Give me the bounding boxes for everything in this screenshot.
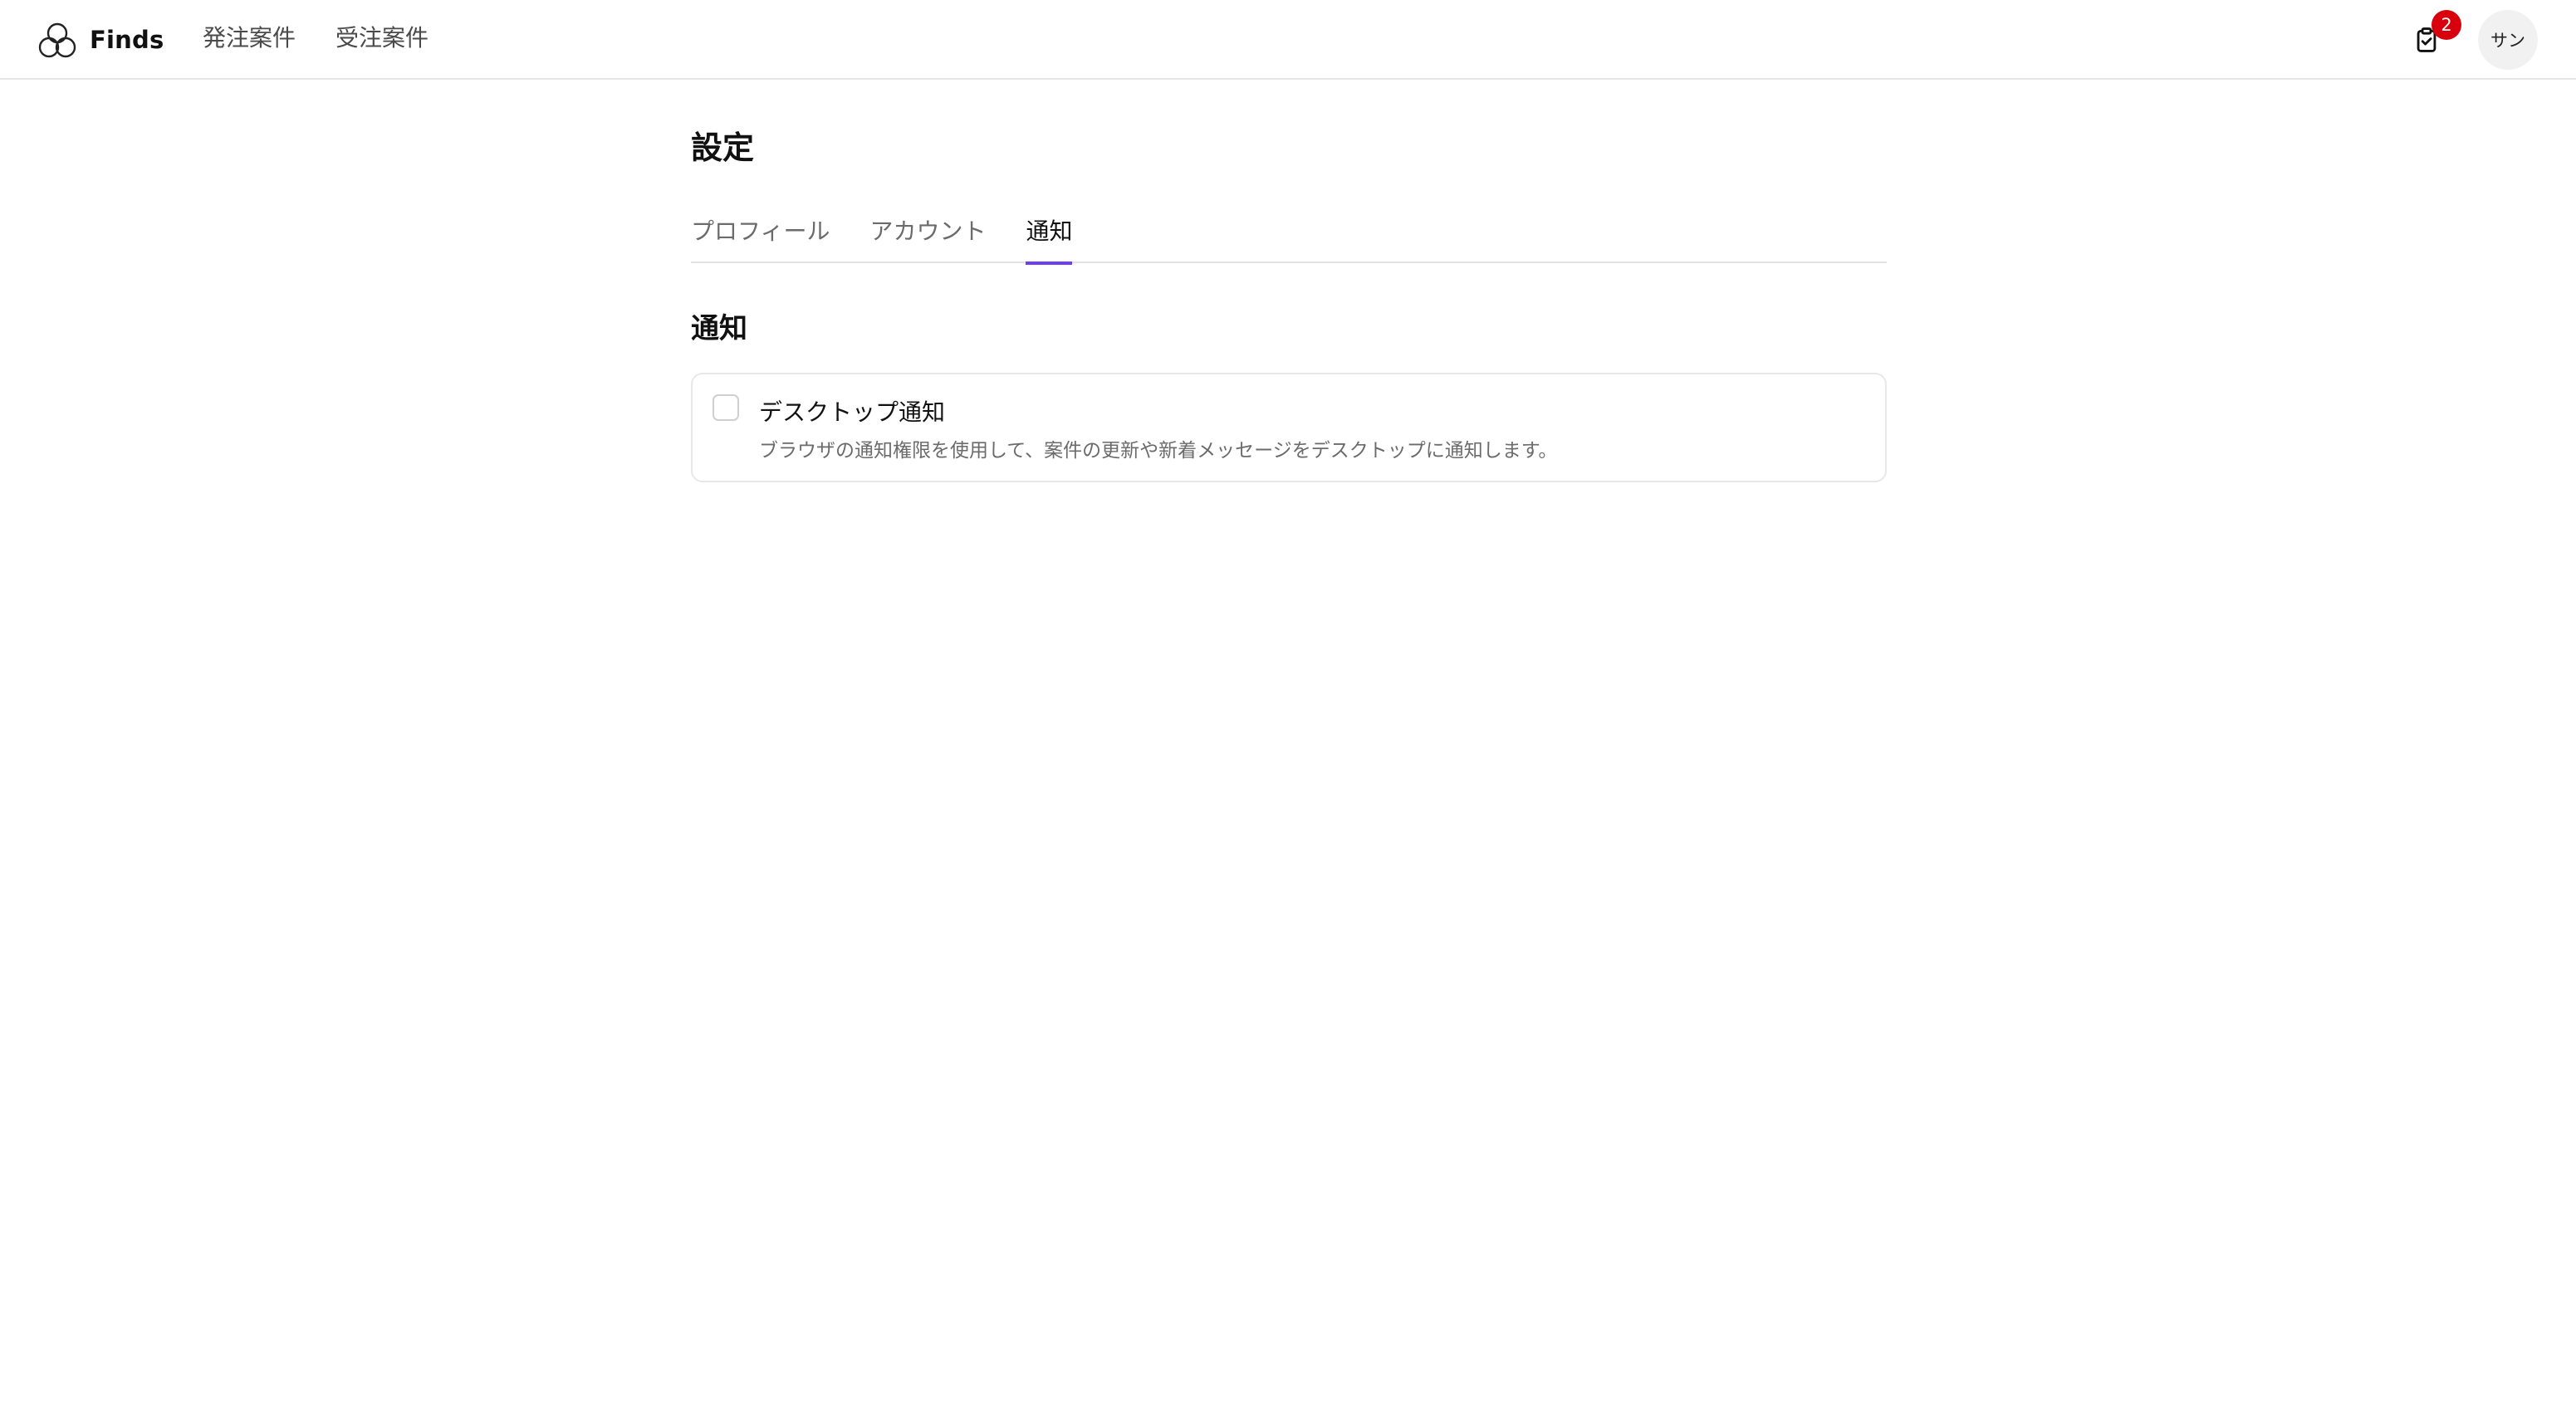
nav-link-ordered-projects[interactable]: 発注案件 [203,20,296,53]
header-actions: 2 サン [2403,9,2538,71]
avatar-initials: サン [2490,31,2525,51]
brand[interactable]: Finds [37,20,164,60]
notification-badge: 2 [2432,10,2461,40]
top-header: Finds 発注案件 受注案件 2 サン [0,0,2576,80]
section-title: 通知 [691,312,747,345]
desktop-notification-option[interactable]: デスクトップ通知 ブラウザの通知権限を使用して、案件の更新や新着メッセージをデス… [691,373,1887,482]
tab-profile[interactable]: プロフィール [691,211,830,263]
tab-notifications[interactable]: 通知 [1026,211,1073,265]
tab-account[interactable]: アカウント [869,211,986,263]
page-title: 設定 [691,130,755,166]
brand-name: Finds [90,26,164,54]
desktop-notification-checkbox[interactable] [713,394,739,421]
main-nav: 発注案件 受注案件 [203,18,468,55]
user-avatar[interactable]: サン [2478,10,2538,70]
nav-link-received-projects[interactable]: 受注案件 [335,20,429,53]
option-description: ブラウザの通知権限を使用して、案件の更新や新着メッセージをデスクトップに通知しま… [759,440,1558,462]
three-circles-logo-icon [38,22,76,58]
settings-main: 設定 プロフィール アカウント 通知 通知 デスクトップ通知 ブラウザの通知権限… [691,125,1887,482]
option-label: デスクトップ通知 [759,398,946,426]
tasks-button[interactable]: 2 [2403,10,2461,63]
settings-tabs: プロフィール アカウント 通知 [691,211,1887,265]
